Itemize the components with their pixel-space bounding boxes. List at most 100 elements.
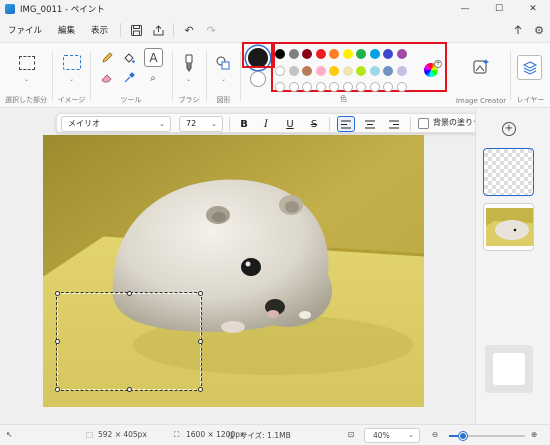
custom-color-slot[interactable] xyxy=(315,82,326,92)
color-swatch[interactable] xyxy=(288,65,299,76)
color-swatch[interactable] xyxy=(356,65,366,76)
color-swatch[interactable] xyxy=(383,49,393,59)
shapes-icon[interactable] xyxy=(215,55,231,71)
chevron-down-icon[interactable]: ⌄ xyxy=(221,76,226,83)
strikethrough-button[interactable]: S xyxy=(305,116,323,132)
resize-handle[interactable] xyxy=(198,387,203,392)
zoom-slider-knob[interactable] xyxy=(459,432,467,440)
color-swatch[interactable] xyxy=(329,65,339,76)
chevron-down-icon[interactable]: ⌄ xyxy=(24,76,29,83)
selection-group: ⌄ 選択した部分 xyxy=(0,43,52,109)
resize-handle[interactable] xyxy=(55,387,60,392)
image-size-icon: ⛶ xyxy=(174,430,180,439)
save-icon[interactable] xyxy=(125,21,147,39)
selection-rectangle[interactable] xyxy=(56,292,202,391)
resize-handle[interactable] xyxy=(55,339,60,344)
color-swatch[interactable] xyxy=(329,49,339,59)
layer-photo-preview xyxy=(484,204,533,250)
fill-bucket-icon[interactable] xyxy=(122,51,136,65)
pencil-icon[interactable] xyxy=(100,51,114,65)
italic-button[interactable]: I xyxy=(257,116,275,132)
menu-edit[interactable]: 編集 xyxy=(50,24,83,36)
image-creator-group: Image Creator xyxy=(452,43,510,109)
zoom-slider[interactable] xyxy=(449,432,525,440)
text-tool-icon[interactable]: A xyxy=(144,48,163,67)
maximize-button[interactable]: ☐ xyxy=(482,0,516,18)
custom-color-slot[interactable] xyxy=(383,82,393,92)
redo-icon[interactable]: ↷ xyxy=(200,21,222,39)
image-creator-icon[interactable] xyxy=(472,57,490,75)
resize-handle[interactable] xyxy=(127,387,132,392)
layers-icon[interactable] xyxy=(517,55,542,80)
layers-group-label: レイヤー xyxy=(516,96,545,104)
account-icon[interactable] xyxy=(508,21,528,39)
settings-icon[interactable]: ⚙ xyxy=(528,21,550,39)
layer-thumbnail-text[interactable] xyxy=(483,148,534,196)
align-right-icon xyxy=(389,120,399,128)
magnifier-icon[interactable]: ⌕ xyxy=(146,71,160,85)
color-swatch[interactable] xyxy=(302,65,312,76)
custom-color-slot[interactable] xyxy=(369,82,380,92)
selection-tool-icon[interactable] xyxy=(19,56,35,70)
layer-thumbnail-photo[interactable] xyxy=(483,203,534,251)
color-swatch[interactable] xyxy=(315,65,326,76)
resize-handle[interactable] xyxy=(198,291,203,296)
image-tool-icon[interactable] xyxy=(63,55,81,70)
color-swatch[interactable] xyxy=(396,49,407,59)
zoom-select[interactable]: 40% ⌄ xyxy=(364,428,420,443)
custom-color-slot[interactable] xyxy=(275,82,285,92)
color-swatch[interactable] xyxy=(356,49,366,59)
menu-view[interactable]: 表示 xyxy=(83,24,116,36)
share-icon[interactable] xyxy=(147,21,169,39)
color-swatch[interactable] xyxy=(342,65,353,76)
background-layer-preview[interactable] xyxy=(485,345,533,393)
brush-icon[interactable] xyxy=(181,53,197,73)
align-left-button[interactable] xyxy=(337,116,355,132)
align-center-button[interactable] xyxy=(361,116,379,132)
underline-button[interactable]: U xyxy=(281,116,299,132)
resize-handle[interactable] xyxy=(198,339,203,344)
custom-color-slot[interactable] xyxy=(329,82,339,92)
eraser-icon[interactable] xyxy=(100,71,114,85)
font-family-select[interactable]: メイリオ ⌄ xyxy=(61,116,171,132)
color-swatch[interactable] xyxy=(315,49,326,59)
menu-right: ⚙ xyxy=(508,19,550,41)
resize-handle[interactable] xyxy=(127,291,132,296)
image-creator-label[interactable]: Image Creator xyxy=(452,97,510,105)
close-button[interactable]: ✕ xyxy=(516,0,550,18)
add-layer-button[interactable]: + xyxy=(502,122,516,136)
color-swatch[interactable] xyxy=(342,49,353,59)
color-swatch[interactable] xyxy=(396,65,407,76)
color-swatch[interactable] xyxy=(383,65,393,76)
custom-color-slot[interactable] xyxy=(356,82,366,92)
fit-to-window-icon[interactable]: ⊡ xyxy=(348,430,354,439)
zoom-in-icon[interactable]: ⊕ xyxy=(531,430,537,439)
color-swatch[interactable] xyxy=(288,49,299,59)
add-color-icon[interactable]: + xyxy=(434,60,442,68)
zoom-out-icon[interactable]: ⊖ xyxy=(432,430,438,439)
color-swatch[interactable] xyxy=(369,49,380,59)
chevron-down-icon[interactable]: ⌄ xyxy=(69,76,74,83)
chevron-down-icon[interactable]: ⌄ xyxy=(186,76,191,83)
custom-color-slot[interactable] xyxy=(302,82,312,92)
custom-color-slot[interactable] xyxy=(288,82,299,92)
font-size-select[interactable]: 72 ⌄ xyxy=(179,116,223,132)
resize-handle[interactable] xyxy=(55,291,60,296)
custom-color-slot[interactable] xyxy=(396,82,407,92)
undo-icon[interactable]: ↶ xyxy=(178,21,200,39)
title-bar: IMG_0011 - ペイント — ☐ ✕ xyxy=(0,0,550,18)
menu-file[interactable]: ファイル xyxy=(0,24,50,36)
color-swatch[interactable] xyxy=(302,49,312,59)
color-picker-icon[interactable] xyxy=(122,71,136,85)
fill-background-checkbox[interactable] xyxy=(418,118,429,129)
menu-divider xyxy=(173,23,175,37)
color-swatch[interactable] xyxy=(275,49,285,59)
color-swatch[interactable] xyxy=(369,65,380,76)
custom-color-slot[interactable] xyxy=(342,82,353,92)
minimize-button[interactable]: — xyxy=(448,0,482,18)
color-swatch[interactable] xyxy=(275,65,285,76)
align-center-icon xyxy=(365,120,375,128)
align-right-button[interactable] xyxy=(385,116,403,132)
secondary-color-swatch[interactable] xyxy=(250,71,266,87)
bold-button[interactable]: B xyxy=(235,116,253,132)
